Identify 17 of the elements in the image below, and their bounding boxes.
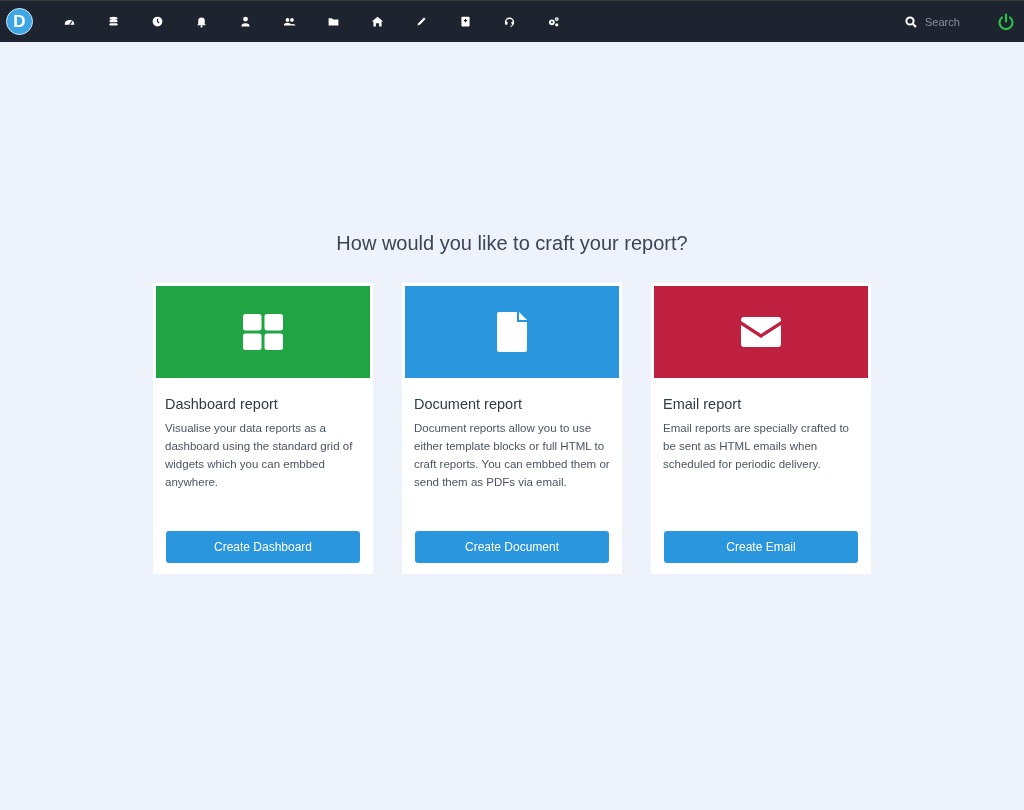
grid-icon	[243, 314, 283, 350]
search-icon	[905, 15, 917, 28]
card-description: Document reports allow you to use either template blocks or full HTML to craft reports. You can embbed them or send them as PDFs via email.	[414, 421, 610, 490]
card-title: Email report	[663, 396, 743, 412]
card-description: Visualise your data reports as a dashboard using the standard grid of widgets which you can embbed anywhere.	[165, 421, 354, 490]
create-button[interactable]: Create Dashboard	[166, 531, 360, 563]
search-field[interactable]: Search	[925, 15, 975, 28]
document-icon	[497, 312, 527, 352]
page-heading: How would you like to craft your report?	[336, 232, 688, 255]
create-button[interactable]: Create Document	[415, 531, 609, 563]
power-icon[interactable]	[997, 12, 1015, 31]
logo[interactable]: D	[6, 8, 33, 35]
card-title: Document report	[414, 396, 523, 412]
create-button[interactable]: Create Email	[664, 531, 858, 563]
card-description: Email reports are specially crafted to be sent as HTML emails when scheduled for periodic delivery.	[663, 421, 850, 472]
card-title: Dashboard report	[165, 396, 279, 412]
envelope-icon	[741, 317, 781, 347]
